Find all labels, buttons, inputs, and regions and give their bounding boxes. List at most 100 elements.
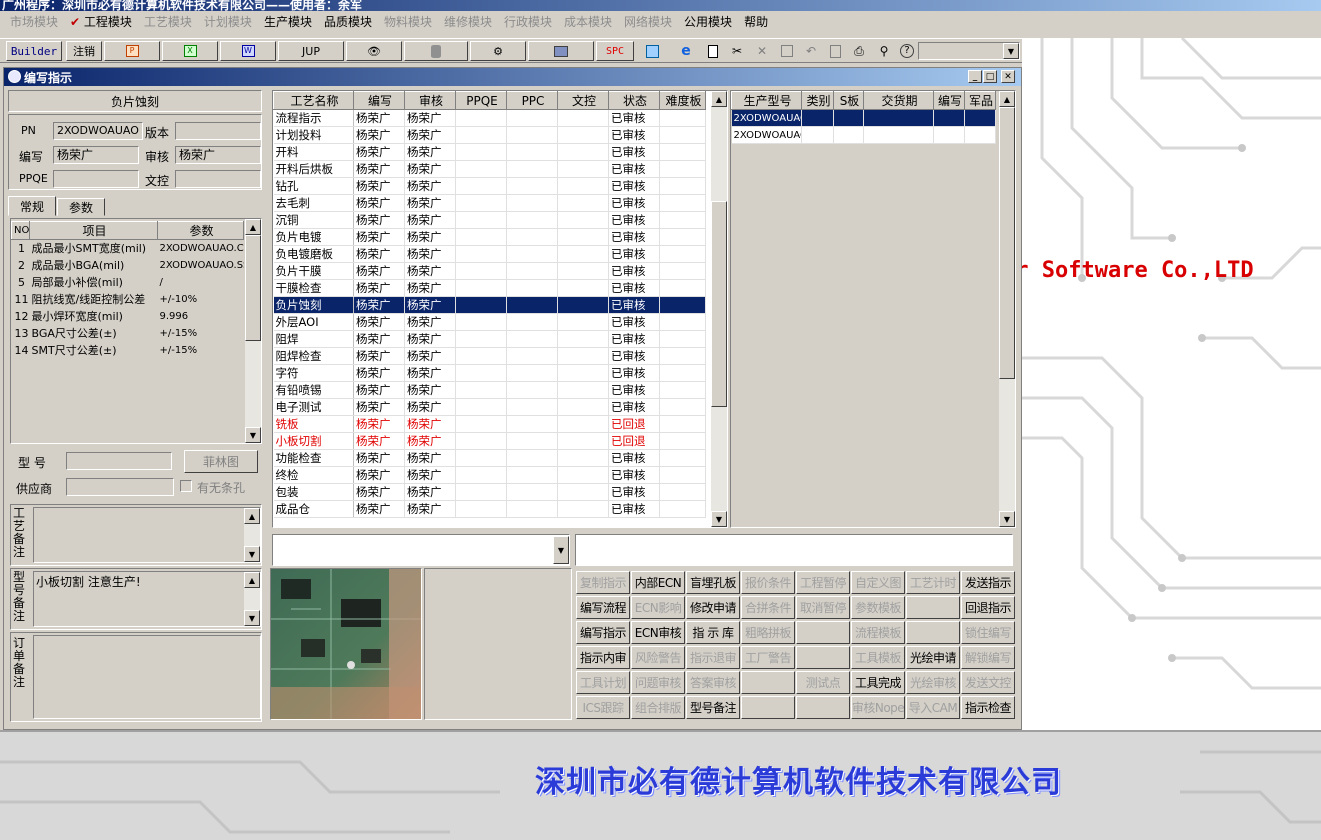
param-row[interactable]: 12 最小焊环宽度(mil) 9.996 (12, 308, 244, 325)
param-header[interactable]: 参数 (157, 221, 244, 240)
action-button-3-1[interactable]: 风险警告 (631, 646, 685, 669)
action-button-3-3[interactable]: 工厂警告 (741, 646, 795, 669)
process-row[interactable]: 有铅喷锡 杨荣广 杨荣广 已审核 (273, 381, 706, 399)
action-button-2-2[interactable]: 指 示 库 (686, 621, 740, 644)
model-header[interactable]: 交货期 (863, 91, 934, 110)
action-button-2-4[interactable] (796, 621, 850, 644)
menu-10[interactable]: 网络模块 (618, 13, 678, 30)
action-button-4-3[interactable] (741, 671, 795, 694)
menu-9[interactable]: 成本模块 (558, 13, 618, 30)
undo-icon[interactable]: ↶ (801, 42, 821, 60)
action-button-0-4[interactable]: 工程暂停 (796, 571, 850, 594)
print-icon[interactable]: ⎙ (849, 42, 869, 60)
action-button-5-5[interactable]: 审核Nope (851, 696, 905, 719)
word-button[interactable]: W (220, 41, 276, 61)
find-icon[interactable]: ⚲ (874, 42, 894, 60)
process-row[interactable]: 阻焊检查 杨荣广 杨荣广 已审核 (273, 347, 706, 365)
spc-button[interactable]: SPC (596, 41, 634, 61)
process-row[interactable]: 电子测试 杨荣广 杨荣广 已审核 (273, 398, 706, 416)
process-row[interactable]: 干膜检查 杨荣广 杨荣广 已审核 (273, 279, 706, 297)
process-row[interactable]: 阻焊 杨荣广 杨荣广 已审核 (273, 330, 706, 348)
cut-icon[interactable]: ✂ (727, 42, 747, 60)
process-header[interactable]: 工艺名称 (273, 91, 354, 110)
help-icon[interactable]: ? (897, 42, 917, 60)
action-button-3-4[interactable] (796, 646, 850, 669)
action-button-2-3[interactable]: 粗略拼板 (741, 621, 795, 644)
params-scrollbar[interactable]: ▲ ▼ (245, 219, 261, 443)
print-preview-icon[interactable] (825, 42, 845, 60)
process-row[interactable]: 外层AOI 杨荣广 杨荣广 已审核 (273, 313, 706, 331)
process-row[interactable]: 功能检查 杨荣广 杨荣广 已审核 (273, 449, 706, 467)
menu-6[interactable]: 物料模块 (378, 13, 438, 30)
param-row[interactable]: 11 阻抗线宽/线距控制公差 +/-10% (12, 291, 244, 308)
action-button-2-6[interactable] (906, 621, 960, 644)
menu-2[interactable]: 工艺模块 (138, 13, 198, 30)
action-button-1-4[interactable]: 取消暂停 (796, 596, 850, 619)
action-button-4-7[interactable]: 发送文控 (961, 671, 1015, 694)
eye-button[interactable]: 👁 (346, 41, 402, 61)
process-header[interactable]: PPC (506, 91, 558, 110)
process-combo[interactable]: ▼ (272, 534, 570, 566)
model-note-textarea[interactable]: 小板切割 注意生产! ▲ ▼ (33, 571, 261, 627)
param-row[interactable]: 13 BGA尺寸公差(±) +/-15% (12, 325, 244, 342)
process-header[interactable]: 审核 (404, 91, 456, 110)
action-button-4-1[interactable]: 问题审核 (631, 671, 685, 694)
action-button-1-7[interactable]: 回退指示 (961, 596, 1015, 619)
powerpoint-button[interactable]: P (104, 41, 160, 61)
computer-button[interactable] (528, 41, 594, 61)
action-button-0-1[interactable]: 内部ECN (631, 571, 685, 594)
model-row[interactable]: 2XODWOAUAO (731, 109, 996, 127)
process-row[interactable]: 字符 杨荣广 杨荣广 已审核 (273, 364, 706, 382)
builder-button[interactable]: Builder (6, 41, 62, 61)
param-row[interactable]: 14 SMT尺寸公差(±) +/-15% (12, 342, 244, 359)
process-note-textarea[interactable]: ▲ ▼ (33, 507, 261, 563)
action-button-1-6[interactable] (906, 596, 960, 619)
process-header[interactable]: 编写 (353, 91, 405, 110)
pn-field[interactable]: 2XODWOAUAO (53, 122, 143, 140)
menu-1[interactable]: ✔ 工程模块 (64, 13, 138, 30)
action-button-5-1[interactable]: 组合排版 (631, 696, 685, 719)
action-button-3-6[interactable]: 光绘申请 (906, 646, 960, 669)
menu-7[interactable]: 维修模块 (438, 13, 498, 30)
action-button-1-1[interactable]: ECN影响 (631, 596, 685, 619)
action-button-3-2[interactable]: 指示退审 (686, 646, 740, 669)
order-note-textarea[interactable] (33, 635, 261, 719)
menu-5[interactable]: 品质模块 (318, 13, 378, 30)
action-button-1-0[interactable]: 编写流程 (576, 596, 630, 619)
action-button-5-4[interactable] (796, 696, 850, 719)
action-button-5-6[interactable]: 导入CAM (906, 696, 960, 719)
delete-icon[interactable]: ✕ (752, 42, 772, 60)
model-scrollbar[interactable]: ▲ ▼ (999, 91, 1015, 527)
action-button-4-5[interactable]: 工具完成 (851, 671, 905, 694)
model-row[interactable]: 2XODWOAUAO (731, 126, 996, 144)
process-row[interactable]: 钻孔 杨荣广 杨荣广 已审核 (273, 177, 706, 195)
action-button-2-1[interactable]: ECN审核 (631, 621, 685, 644)
process-row[interactable]: 开料 杨荣广 杨荣广 已审核 (273, 143, 706, 161)
version-field[interactable] (175, 122, 261, 140)
action-button-0-2[interactable]: 盲埋孔板 (686, 571, 740, 594)
tab-general[interactable]: 常规 (8, 196, 56, 216)
process-scrollbar[interactable]: ▲ ▼ (711, 91, 727, 527)
action-button-2-0[interactable]: 编写指示 (576, 621, 630, 644)
model-field[interactable] (66, 452, 172, 470)
model-header[interactable]: 军品 (964, 91, 996, 110)
menu-12[interactable]: 帮助 (738, 13, 774, 30)
process-row[interactable]: 计划投料 杨荣广 杨荣广 已审核 (273, 126, 706, 144)
action-button-1-2[interactable]: 修改申请 (686, 596, 740, 619)
param-header[interactable]: 项目 (29, 221, 158, 240)
model-header[interactable]: 类别 (801, 91, 834, 110)
action-button-0-3[interactable]: 报价条件 (741, 571, 795, 594)
process-row[interactable]: 负片干膜 杨荣广 杨荣广 已审核 (273, 262, 706, 280)
param-row[interactable]: 1 成品最小SMT宽度(mil) 2XODWOAUAO.CS (12, 240, 244, 257)
menu-4[interactable]: 生产模块 (258, 13, 318, 30)
process-header[interactable]: 文控 (557, 91, 609, 110)
jup-button[interactable]: JUP (278, 41, 344, 61)
action-button-5-7[interactable]: 指示检查 (961, 696, 1015, 719)
action-button-5-3[interactable] (741, 696, 795, 719)
toolbar-dropdown[interactable]: ▼ (918, 42, 1020, 60)
process-row[interactable]: 负片蚀刻 杨荣广 杨荣广 已审核 (273, 296, 706, 314)
action-button-0-6[interactable]: 工艺计时 (906, 571, 960, 594)
menu-3[interactable]: 计划模块 (198, 13, 258, 30)
process-header[interactable]: PPQE (455, 91, 507, 110)
supplier-field[interactable] (66, 478, 174, 496)
